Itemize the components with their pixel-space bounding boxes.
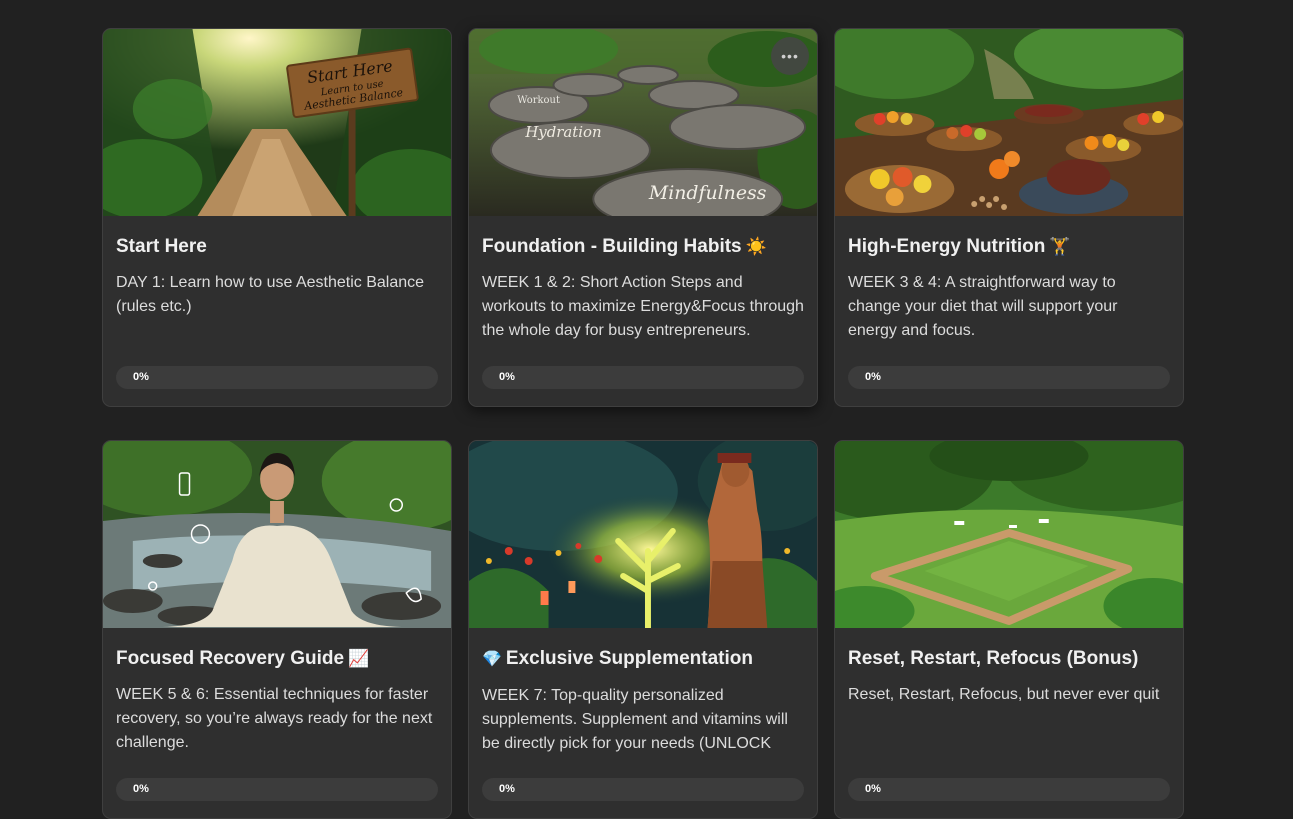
course-title[interactable]: Focused Recovery Guide 📈 bbox=[116, 648, 438, 670]
course-title[interactable]: High-Energy Nutrition 🏋️ bbox=[848, 236, 1170, 258]
course-description: WEEK 5 & 6: Essential techniques for fas… bbox=[116, 686, 433, 751]
progress-bar: 0% bbox=[482, 366, 804, 389]
course-description: DAY 1: Learn how to use Aesthetic Balanc… bbox=[116, 274, 425, 315]
course-thumbnail-fruit-table[interactable] bbox=[835, 29, 1183, 216]
course-card-reset[interactable]: Reset, Restart, Refocus (Bonus) Reset, R… bbox=[834, 440, 1184, 819]
course-card-nutrition[interactable]: High-Energy Nutrition 🏋️ WEEK 3 & 4: A st… bbox=[834, 28, 1184, 407]
course-grid: Start Here Learn to use Aesthetic Balanc… bbox=[102, 28, 1184, 819]
course-thumbnail-jungle-path[interactable]: Start Here Learn to use Aesthetic Balanc… bbox=[103, 29, 451, 216]
course-card-recovery[interactable]: Focused Recovery Guide 📈 WEEK 5 & 6: Esse… bbox=[102, 440, 452, 819]
course-description: WEEK 7: Top-quality personalized supplem… bbox=[482, 687, 788, 752]
course-thumbnail-meditation-river[interactable] bbox=[103, 441, 451, 628]
sun-icon: ☀️ bbox=[745, 237, 767, 256]
chart-increasing-icon: 📈 bbox=[348, 649, 370, 668]
course-card-start-here[interactable]: Start Here Learn to use Aesthetic Balanc… bbox=[102, 28, 452, 407]
course-title[interactable]: Foundation - Building Habits ☀️ bbox=[482, 236, 804, 258]
progress-bar: 0% bbox=[116, 366, 438, 389]
progress-label: 0% bbox=[865, 371, 881, 383]
progress-label: 0% bbox=[133, 371, 149, 383]
gem-icon: 💎 bbox=[482, 651, 502, 668]
course-card-supplementation[interactable]: 💎 Exclusive Supplementation WEEK 7: Top-q… bbox=[468, 440, 818, 819]
course-description: Reset, Restart, Refocus, but never ever … bbox=[848, 686, 1160, 703]
more-options-button[interactable]: ••• bbox=[771, 37, 809, 75]
progress-bar: 0% bbox=[116, 778, 438, 801]
progress-label: 0% bbox=[865, 783, 881, 795]
course-title[interactable]: Start Here bbox=[116, 236, 438, 258]
progress-label: 0% bbox=[499, 371, 515, 383]
progress-bar: 0% bbox=[482, 778, 804, 801]
course-title[interactable]: 💎 Exclusive Supplementation bbox=[482, 648, 804, 671]
course-card-foundation[interactable]: Workout Hydration Mindfulness ••• Founda… bbox=[468, 28, 818, 407]
course-thumbnail-stepping-stones[interactable]: Workout Hydration Mindfulness ••• bbox=[469, 29, 817, 216]
stone-text-workout: Workout bbox=[517, 95, 560, 106]
course-title[interactable]: Reset, Restart, Refocus (Bonus) bbox=[848, 648, 1170, 670]
progress-bar: 0% bbox=[848, 778, 1170, 801]
progress-label: 0% bbox=[133, 783, 149, 795]
stone-text-mindfulness: Mindfulness bbox=[648, 182, 767, 204]
more-horizontal-icon: ••• bbox=[781, 48, 799, 64]
progress-label: 0% bbox=[499, 783, 515, 795]
stone-text-hydration: Hydration bbox=[524, 123, 601, 141]
course-description: WEEK 3 & 4: A straightforward way to cha… bbox=[848, 274, 1118, 339]
course-thumbnail-glowing-plant[interactable] bbox=[469, 441, 817, 628]
course-description: WEEK 1 & 2: Short Action Steps and worko… bbox=[482, 274, 804, 339]
course-thumbnail-clearing-path[interactable] bbox=[835, 441, 1183, 628]
weightlifter-icon: 🏋️ bbox=[1049, 237, 1071, 256]
progress-bar: 0% bbox=[848, 366, 1170, 389]
